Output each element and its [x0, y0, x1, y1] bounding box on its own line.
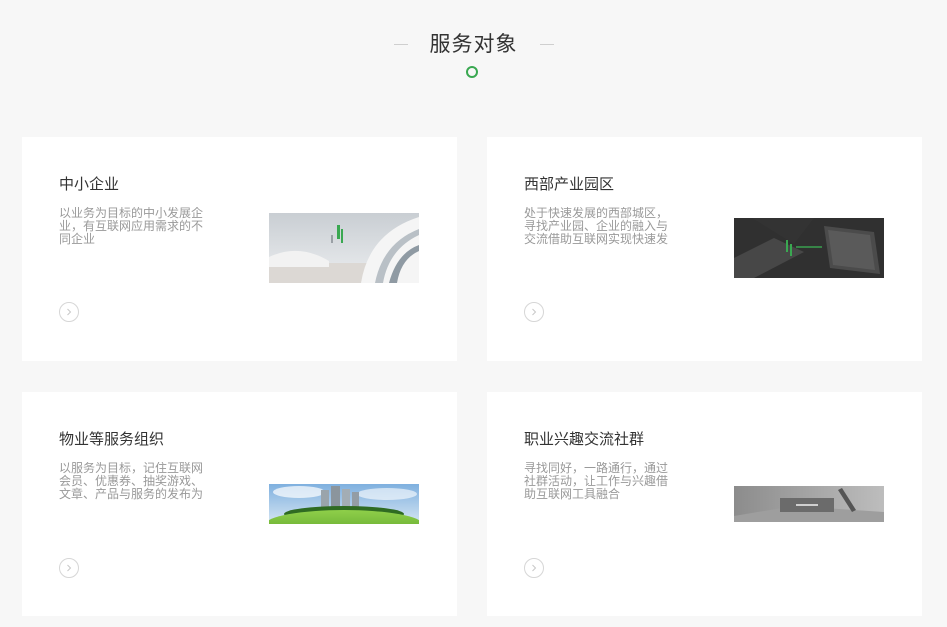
chevron-right-icon [532, 308, 537, 316]
card-more-button[interactable] [59, 302, 79, 322]
chevron-right-icon [67, 308, 72, 316]
card-description: 以业务为目标的中小发展企业，有互联网应用需求的不同企业 [59, 207, 204, 245]
card-more-button[interactable] [59, 558, 79, 578]
card-description: 寻找同好，一路通行，通过社群活动，让工作与兴趣借助互联网工具融合 [524, 462, 669, 500]
card-description: 以服务为目标，记住互联网会员、优惠券、抽奖游戏、文章、产品与服务的发布为核心 [59, 462, 204, 500]
title-right-line [539, 44, 554, 45]
modern-architecture-image [269, 213, 419, 283]
section-title-wrap: 服务对象 [0, 30, 947, 58]
service-card-sme[interactable]: 中小企业 以业务为目标的中小发展企业，有互联网应用需求的不同企业 [22, 137, 457, 361]
title-left-line [393, 44, 408, 45]
card-more-button[interactable] [524, 558, 544, 578]
section-header: 服务对象 [0, 0, 947, 90]
green-city-skyline-image [269, 484, 419, 524]
card-description: 处于快速发展的西部城区，寻找产业园、企业的融入与交流借助互联网实现快速发展 [524, 207, 669, 245]
service-card-property-services[interactable]: 物业等服务组织 以服务为目标，记住互联网会员、优惠券、抽奖游戏、文章、产品与服务… [22, 392, 457, 616]
card-title: 中小企业 [59, 175, 120, 193]
card-title: 物业等服务组织 [59, 430, 165, 448]
section-title: 服务对象 [393, 30, 554, 58]
title-circle-icon [466, 66, 478, 78]
service-card-industrial-park[interactable]: 西部产业园区 处于快速发展的西部城区，寻找产业园、企业的融入与交流借助互联网实现… [487, 137, 922, 361]
dark-laptop-desk-image [734, 218, 884, 278]
service-card-interest-community[interactable]: 职业兴趣交流社群 寻找同好，一路通行，通过社群活动，让工作与兴趣借助互联网工具融… [487, 392, 922, 616]
card-more-button[interactable] [524, 302, 544, 322]
gray-tablet-image [734, 486, 884, 522]
card-title: 职业兴趣交流社群 [524, 430, 645, 448]
card-title: 西部产业园区 [524, 175, 615, 193]
chevron-right-icon [532, 564, 537, 572]
chevron-right-icon [67, 564, 72, 572]
section-title-text: 服务对象 [429, 32, 518, 56]
